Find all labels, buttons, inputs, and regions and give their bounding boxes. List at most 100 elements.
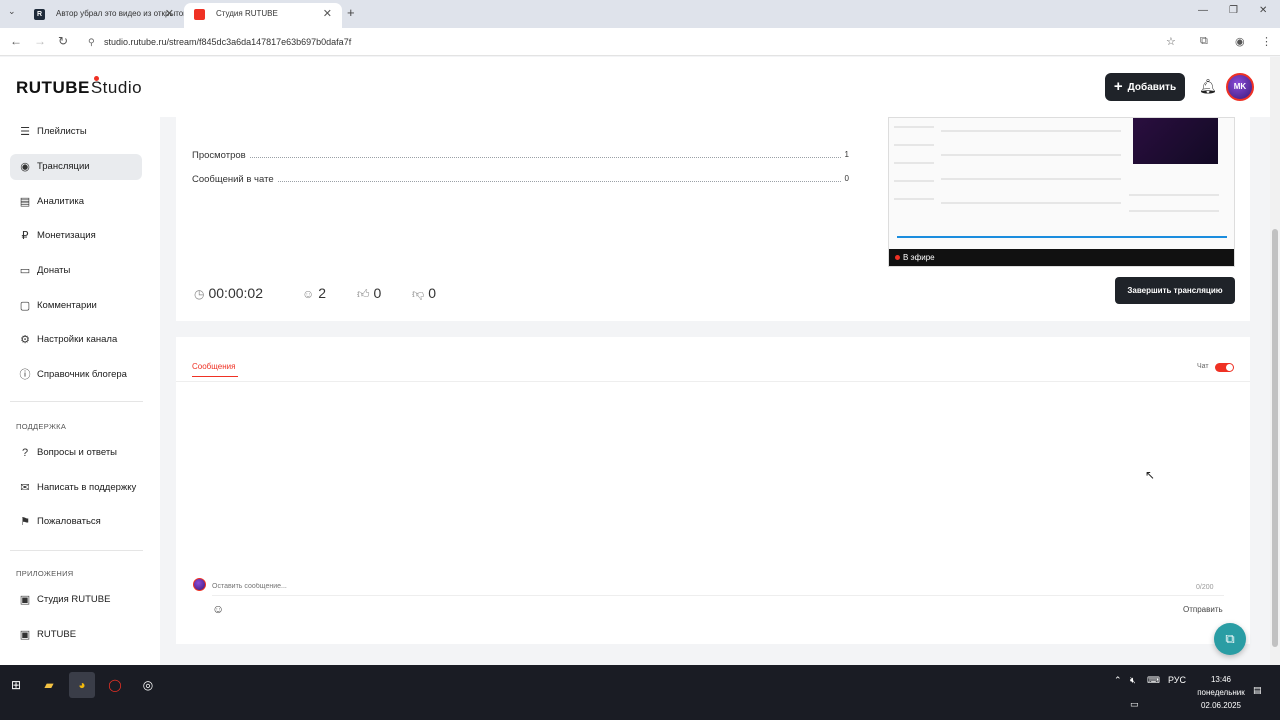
avatar[interactable]: MK bbox=[1226, 73, 1254, 101]
sidebar-item-studio-app[interactable]: ▣ Студия RUTUBE bbox=[10, 587, 142, 613]
new-tab-button[interactable]: + bbox=[347, 5, 355, 20]
sidebar-item-rutube-app[interactable]: ▣ RUTUBE bbox=[10, 622, 142, 648]
browser-tab-rutube-video[interactable]: R Автор убрал это видео из открытого дос… bbox=[24, 3, 184, 28]
viewers-metric: ☺ 2 bbox=[302, 285, 326, 301]
site-info-icon[interactable]: ⚲ bbox=[88, 32, 95, 52]
preview-content bbox=[894, 162, 934, 164]
stat-views: Просмотров 1 bbox=[192, 150, 849, 161]
sidebar-item-faq[interactable]: ? Вопросы и ответы bbox=[10, 440, 142, 466]
app-header: RUTUBEStudio + Добавить 🔔︎ MK bbox=[0, 57, 1270, 117]
sidebar-item-label: Вопросы и ответы bbox=[37, 447, 118, 458]
sidebar-item-playlists[interactable]: ☰ Плейлисты bbox=[10, 119, 142, 145]
extensions-icon[interactable]: ⧉ bbox=[1200, 35, 1208, 48]
back-icon[interactable]: ← bbox=[10, 34, 22, 48]
network-icon[interactable]: ▭ bbox=[1130, 699, 1139, 710]
flag-icon: ⚑ bbox=[20, 516, 30, 528]
taskbar-clock[interactable]: 13:46 понедельник 02.06.2025 bbox=[1186, 673, 1256, 712]
chat-message-input[interactable] bbox=[212, 578, 1224, 596]
support-heading: ПОДДЕРЖКА bbox=[16, 422, 67, 431]
chrome-icon[interactable]: ◕ bbox=[69, 672, 95, 698]
obs-icon[interactable]: ◎ bbox=[135, 672, 161, 698]
restore-icon[interactable]: ❐ bbox=[1229, 5, 1238, 16]
plus-icon: + bbox=[1113, 78, 1123, 95]
chat-char-counter: 0/200 bbox=[1196, 584, 1214, 591]
window-close-icon[interactable]: ✕ bbox=[1259, 5, 1267, 16]
preview-content bbox=[941, 154, 1121, 156]
duration-value: 00:00:02 bbox=[208, 285, 263, 301]
profile-icon[interactable]: ◉ bbox=[1235, 35, 1245, 48]
volume-muted-icon[interactable]: 🔇︎ bbox=[1130, 675, 1136, 686]
sidebar-item-blogger-guide[interactable]: ⓘ Справочник блогера bbox=[10, 362, 142, 388]
browser-tab-studio[interactable]: Студия RUTUBE ✕ bbox=[184, 3, 342, 28]
add-button[interactable]: + Добавить bbox=[1105, 73, 1185, 101]
sidebar-item-comments[interactable]: ▢ Комментарии bbox=[10, 293, 142, 319]
sidebar-item-analytics[interactable]: ▤ Аналитика bbox=[10, 189, 142, 215]
preview-content bbox=[894, 180, 934, 182]
duration-metric: ◷ 00:00:02 bbox=[194, 285, 263, 301]
sidebar-item-contact-support[interactable]: ✉ Написать в поддержку bbox=[10, 475, 142, 501]
stat-label: Сообщений в чате bbox=[192, 174, 277, 185]
preview-content bbox=[894, 198, 934, 200]
tab-list-chevron-icon[interactable]: ⌄ bbox=[8, 6, 16, 17]
stat-label: Просмотров bbox=[192, 150, 249, 161]
bookmark-star-icon[interactable]: ☆ bbox=[1166, 35, 1176, 48]
viewer-icon: ☺ bbox=[302, 287, 315, 301]
file-explorer-icon[interactable]: ▰ bbox=[36, 672, 62, 698]
tab-title: Студия RUTUBE bbox=[216, 9, 278, 18]
notification-center-icon[interactable]: ▤ bbox=[1253, 685, 1262, 696]
playlist-icon: ☰ bbox=[20, 126, 30, 138]
keyboard-icon[interactable]: ⌨ bbox=[1147, 675, 1160, 686]
minimize-icon[interactable]: — bbox=[1198, 5, 1208, 16]
live-badge: В эфире bbox=[895, 249, 935, 266]
rutube-favicon-icon: R bbox=[34, 9, 45, 20]
viewers-value: 2 bbox=[318, 285, 327, 301]
notifications-bell-icon[interactable]: 🔔︎ bbox=[1199, 78, 1217, 95]
page-scrollbar[interactable] bbox=[1270, 57, 1280, 665]
browser-menu-icon[interactable]: ⋮ bbox=[1261, 35, 1272, 48]
sidebar-item-monetization[interactable]: ₽ Монетизация bbox=[10, 223, 142, 249]
clock-date: 02.06.2025 bbox=[1200, 701, 1242, 710]
rutube-app-icon: ▣ bbox=[19, 629, 31, 641]
stat-value: 1 bbox=[841, 150, 849, 159]
sidebar-item-report[interactable]: ⚑ Пожаловаться bbox=[10, 509, 142, 535]
toggle-knob bbox=[1226, 364, 1233, 371]
close-tab-icon[interactable]: ✕ bbox=[323, 3, 332, 25]
preview-content bbox=[941, 130, 1121, 132]
stat-value: 0 bbox=[841, 174, 849, 183]
language-indicator[interactable]: РУС bbox=[1168, 675, 1186, 685]
sidebar-item-channel-settings[interactable]: ⚙ Настройки канала bbox=[10, 327, 142, 353]
sidebar-item-label: Настройки канала bbox=[37, 334, 118, 345]
reload-icon[interactable]: ↻ bbox=[58, 34, 68, 48]
logo-suffix: Studio bbox=[90, 78, 143, 97]
mouse-cursor-icon: ↖ bbox=[1145, 468, 1156, 482]
stat-chat-messages: Сообщений в чате 0 bbox=[192, 174, 849, 185]
rutube-studio-logo[interactable]: RUTUBEStudio bbox=[16, 76, 143, 98]
dislikes-metric: 👎︎ 0 bbox=[412, 285, 436, 302]
preview-progress-bar bbox=[897, 236, 1227, 238]
support-chat-button[interactable]: ⧉ bbox=[1214, 623, 1246, 655]
emoji-picker-icon[interactable]: ☺ bbox=[212, 602, 224, 616]
close-tab-icon[interactable]: ✕ bbox=[165, 3, 174, 25]
comment-icon: ▢ bbox=[19, 300, 31, 312]
stat-leader bbox=[192, 157, 849, 158]
sidebar-item-donations[interactable]: ▭ Донаты bbox=[10, 258, 142, 284]
start-windows-icon[interactable]: ⊞ bbox=[3, 672, 29, 698]
end-stream-button[interactable]: Завершить трансляцию bbox=[1115, 277, 1235, 304]
sidebar-divider bbox=[10, 401, 143, 402]
opera-icon[interactable]: ◯ bbox=[102, 672, 128, 698]
stream-preview[interactable]: В эфире bbox=[888, 117, 1235, 267]
info-icon: ⓘ bbox=[19, 369, 31, 381]
url-field[interactable]: ⚲ studio.rutube.ru/stream/f845dc3a6da147… bbox=[84, 32, 1184, 52]
tab-divider bbox=[176, 381, 1250, 382]
tray-overflow-icon[interactable]: ⌃ bbox=[1114, 675, 1122, 686]
chat-toggle[interactable] bbox=[1215, 363, 1234, 372]
scrollbar-thumb[interactable] bbox=[1272, 229, 1278, 647]
likes-metric: 👍︎ 0 bbox=[357, 285, 381, 302]
forward-icon[interactable]: → bbox=[34, 34, 46, 48]
tab-messages[interactable]: Сообщения bbox=[192, 362, 235, 371]
sidebar-divider bbox=[10, 550, 143, 551]
sidebar-item-label: RUTUBE bbox=[37, 629, 77, 640]
send-button[interactable]: Отправить bbox=[1183, 605, 1223, 614]
sidebar-item-broadcasts[interactable]: ◉ Трансляции bbox=[10, 154, 142, 180]
donate-icon: ▭ bbox=[19, 265, 31, 277]
